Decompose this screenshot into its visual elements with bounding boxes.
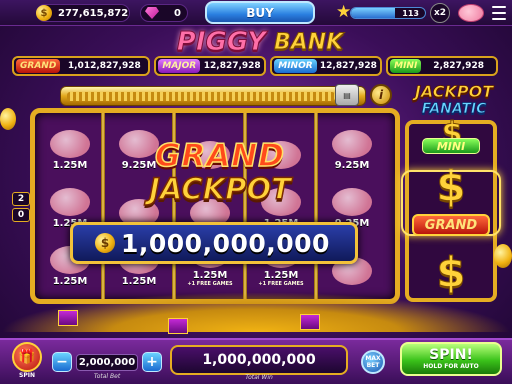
gem-icon [145, 7, 159, 19]
piggy-bank-icon[interactable] [458, 4, 484, 22]
reel-cell-value: 9.25M [334, 160, 370, 171]
fanatic-subtitle: FANATIC [421, 101, 487, 118]
jackpot-grand-value: 1,012,827,928 [67, 61, 141, 71]
reel-cell: 1.25M [37, 117, 103, 173]
jackpot-major-label: MAJOR [158, 59, 201, 73]
total-bet-value: 2,000,000 [76, 354, 138, 371]
fanatic-mini-label: MINI [422, 138, 480, 154]
gem-balance[interactable]: 0 [140, 4, 188, 22]
fanatic-grand-label: GRAND [412, 214, 490, 236]
total-win-label: Total Win [245, 374, 273, 381]
total-bet-label: Total Bet [93, 373, 121, 380]
spin-sub-label: HOLD FOR AUTO [423, 362, 479, 370]
jackpot-grand: GRAND 1,012,827,928 [12, 56, 151, 76]
info-button[interactable]: i [370, 84, 392, 106]
multiplier-badge[interactable]: x2 [430, 3, 450, 23]
reel-cell-value: 1.25M [263, 270, 299, 281]
total-win-value: 1,000,000,000 [170, 345, 348, 375]
grand-jackpot-amount-box: $ 1,000,000,000 [70, 222, 358, 264]
coin-icon [494, 244, 512, 268]
dollar-icon: $ [436, 248, 466, 298]
gift-icon [58, 310, 78, 326]
card-icon[interactable]: ▤ [335, 84, 359, 106]
piggy-symbol-icon [332, 188, 372, 216]
max-bet-button[interactable]: MAX BET [361, 350, 385, 374]
decrease-bet-button[interactable]: − [52, 352, 72, 372]
coin-balance-value: 277,615,872 [58, 7, 129, 19]
jackpot-bar: GRAND 1,012,827,928 MAJOR 12,827,928 MIN… [12, 56, 498, 76]
game-logo: PIGGY BANK [155, 24, 365, 60]
jackpot-grand-label: GRAND [16, 59, 61, 73]
gift-icon [168, 318, 188, 334]
reel-cell-sub: +1 FREE GAMES [187, 281, 233, 287]
spin-button[interactable]: SPIN! HOLD FOR AUTO [400, 342, 502, 376]
reel-cell-value: 1.25M [52, 160, 88, 171]
logo-word-piggy: PIGGY [176, 27, 266, 58]
spin-label: SPIN! [429, 346, 473, 363]
piggy-symbol-icon [50, 188, 90, 216]
coin-icon [0, 108, 16, 130]
coin-icon: $ [95, 233, 115, 253]
menu-icon[interactable] [492, 6, 506, 20]
gift-icon[interactable]: 🎁 [12, 342, 42, 372]
coin-balance[interactable]: $ 277,615,872 [36, 4, 130, 22]
jackpot-mini-label: MINI [390, 59, 422, 73]
star-icon: ★ [336, 2, 352, 22]
reel-cell-value: 1.25M [52, 276, 88, 287]
jackpot-mini: MINI 2,827,928 [386, 56, 498, 76]
gem-balance-value: 0 [174, 7, 181, 19]
reel-cell: 9.25M [319, 117, 385, 173]
reel-cell-value: 1.25M [121, 276, 157, 287]
jackpot-major-value: 12,827,928 [203, 61, 261, 71]
jackpot-minor: MINOR 12,827,928 [270, 56, 383, 76]
spin-gift-label: SPIN [19, 372, 35, 379]
level-value: 113 [402, 9, 419, 18]
logo-word-bank: BANK [273, 29, 344, 55]
bonus-meter [60, 86, 366, 106]
reel-cell-sub: +1 FREE GAMES [258, 281, 304, 287]
piggy-symbol-icon [332, 130, 372, 158]
jackpot-major: MAJOR 12,827,928 [154, 56, 267, 76]
piggy-symbol-icon [50, 130, 90, 158]
jackpot-minor-value: 12,827,928 [319, 61, 377, 71]
buy-button[interactable]: BUY [205, 1, 315, 24]
gift-icon [300, 314, 320, 330]
fanatic-title: JACKPOT [414, 82, 494, 102]
jackpot-minor-label: MINOR [274, 59, 317, 73]
level-progress-bar[interactable]: 113 [350, 7, 426, 19]
row-label: 0 [12, 208, 30, 222]
grand-jackpot-subtitle: JACKPOT [148, 171, 291, 207]
jackpot-mini-value: 2,827,928 [433, 61, 484, 71]
reel-cell-value: 1.25M [192, 270, 228, 281]
increase-bet-button[interactable]: + [142, 352, 162, 372]
grand-jackpot-title: GRAND [154, 137, 285, 175]
level-progress-fill [351, 8, 396, 18]
row-label: 2 [12, 192, 30, 206]
grand-jackpot-amount: 1,000,000,000 [121, 228, 330, 258]
coin-icon: $ [36, 5, 52, 21]
